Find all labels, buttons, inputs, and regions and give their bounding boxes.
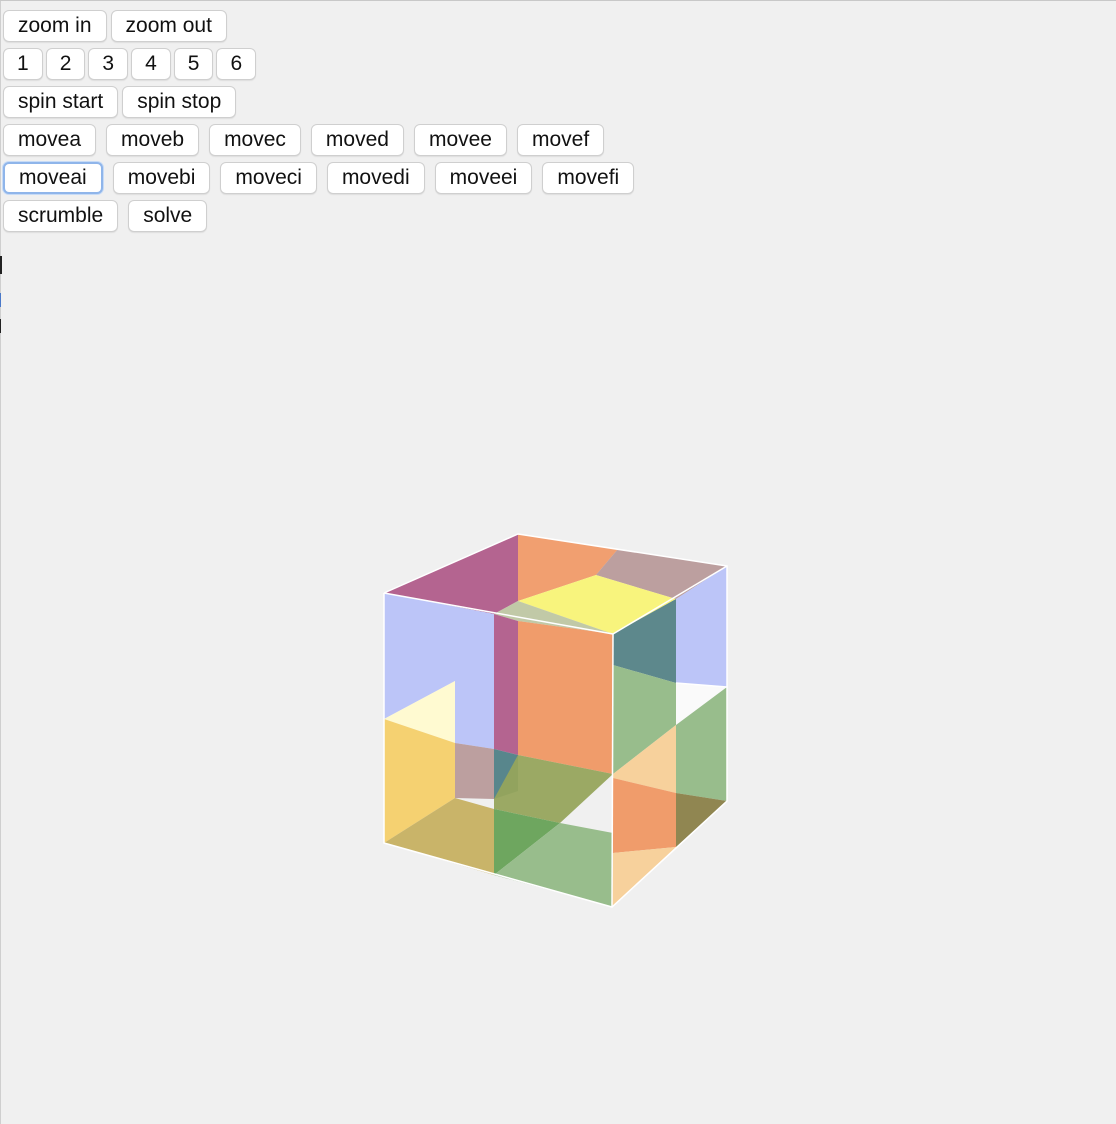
- rubik-cube[interactable]: [383, 533, 728, 908]
- cube-left-mauve: [455, 743, 494, 799]
- cube-viewport[interactable]: [0, 1, 1116, 1124]
- cube-front-upper: [518, 621, 613, 774]
- page: zoom in zoom out 1 2 3 4 5 6 spin start …: [0, 0, 1116, 1124]
- cube-right-olive: [676, 793, 727, 847]
- cube-left-inner-purple: [494, 614, 518, 755]
